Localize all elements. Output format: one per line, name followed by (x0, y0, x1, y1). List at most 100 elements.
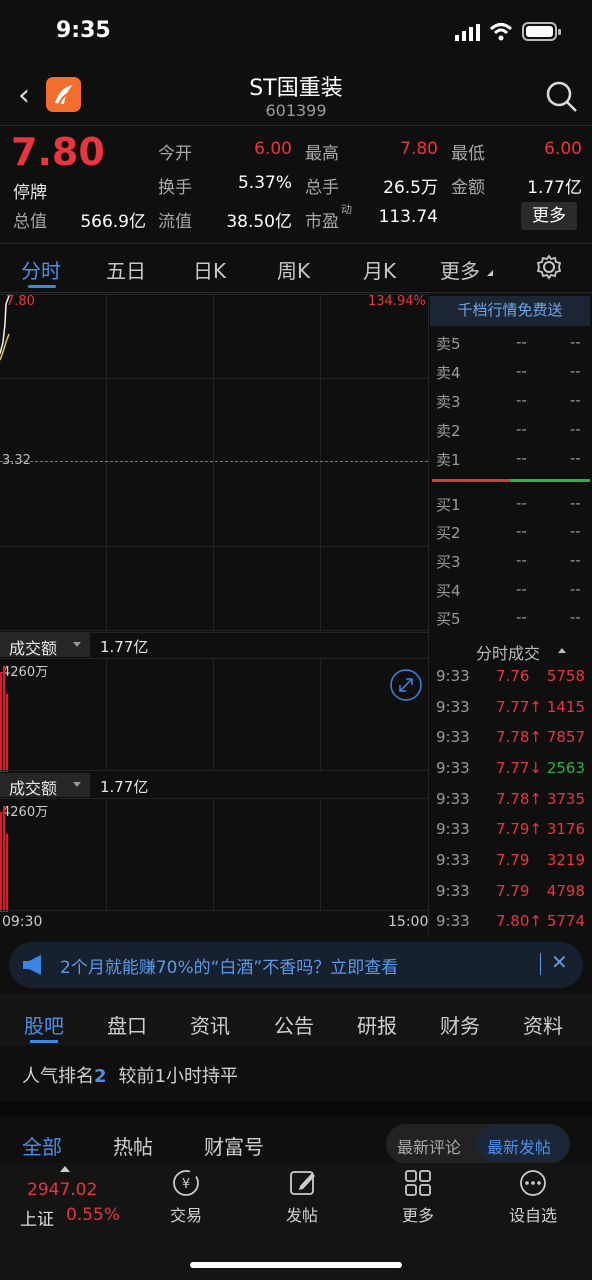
ask-volume: -- (570, 333, 581, 351)
tab-profile[interactable]: 资料 (523, 1010, 563, 1039)
bid-price: -- (516, 580, 527, 598)
market-cap-value: 566.9亿 (80, 212, 146, 232)
tab-guba[interactable]: 股吧 (24, 1010, 64, 1039)
feed-tab-hot[interactable]: 热帖 (113, 1131, 153, 1160)
tab-news[interactable]: 资讯 (190, 1010, 230, 1039)
bid-volume: -- (570, 494, 581, 512)
bid-price: -- (516, 608, 527, 626)
tab-more[interactable]: 更多 (440, 255, 480, 284)
svg-text:¥: ¥ (182, 1177, 190, 1192)
tick-price: 7.78↑ (496, 728, 542, 746)
nav-trade[interactable]: 交易 (146, 1202, 226, 1226)
float-cap-value: 38.50亿 (226, 212, 292, 232)
open-value: 6.00 (254, 139, 292, 159)
buy-sell-ratio-red (432, 479, 510, 482)
tab-five-day[interactable]: 五日 (106, 255, 146, 284)
divider (0, 125, 592, 126)
stock-code: 601399 (265, 101, 327, 120)
ask-label: 卖4 (436, 364, 461, 382)
tick-price: 7.76 (496, 667, 530, 685)
tick-volume: 2563 (546, 759, 585, 777)
tab-finance[interactable]: 财务 (440, 1010, 480, 1039)
volume-label: 总手 (305, 178, 339, 198)
tick-volume: 3735 (546, 790, 585, 808)
volume-label-1: 成交额 (9, 639, 58, 658)
feed-tab-all[interactable]: 全部 (22, 1131, 62, 1160)
ask-price: -- (516, 362, 527, 380)
sort-latest-post[interactable]: 最新发帖 (487, 1134, 551, 1158)
stock-name: ST国重装 (249, 76, 343, 101)
tick-volume: 4798 (546, 882, 585, 900)
index-value[interactable]: 2947.02 (27, 1180, 97, 1200)
wifi-icon (489, 23, 513, 41)
volume-total-1: 1.77亿 (100, 638, 149, 656)
nav-more[interactable]: 更多 (378, 1202, 458, 1226)
expand-icon[interactable] (389, 668, 423, 702)
tab-weekly-k[interactable]: 周K (277, 255, 310, 284)
ask-label: 卖1 (436, 451, 461, 469)
rank-prefix: 人气排名 (22, 1066, 94, 1087)
active-tab-indicator (28, 285, 56, 288)
time-end-label: 15:00 (388, 914, 429, 930)
tick-volume: 5774 (546, 912, 585, 930)
tab-intraday[interactable]: 分时 (21, 255, 61, 284)
prev-close-line (0, 461, 428, 462)
sort-latest-comment[interactable]: 最新评论 (397, 1134, 461, 1158)
amount-label: 金额 (451, 178, 485, 198)
feed-tab-wealth[interactable]: 财富号 (204, 1131, 264, 1160)
post-edit-icon[interactable] (288, 1168, 318, 1198)
tick-time: 9:33 (436, 912, 470, 930)
bid-label: 买2 (436, 524, 461, 542)
tab-research[interactable]: 研报 (357, 1010, 397, 1039)
divider (0, 243, 592, 244)
index-change[interactable]: 0.55% (66, 1205, 120, 1225)
more-quote-button[interactable]: 更多 (521, 202, 577, 230)
trade-yen-icon[interactable]: ¥ (171, 1168, 201, 1198)
trading-status: 停牌 (13, 183, 47, 203)
home-indicator (190, 1262, 402, 1268)
high-label: 最高 (305, 144, 339, 164)
tab-announcements[interactable]: 公告 (274, 1010, 314, 1039)
tick-volume: 7857 (546, 728, 585, 746)
settings-gear-icon[interactable] (536, 254, 562, 280)
bid-price: -- (516, 551, 527, 569)
signal-icon (455, 24, 480, 41)
current-price: 7.80 (11, 130, 105, 174)
tab-daily-k[interactable]: 日K (193, 255, 226, 284)
index-name[interactable]: 上证 (20, 1205, 54, 1230)
ask-label: 卖5 (436, 335, 461, 353)
tick-volume: 5758 (546, 667, 585, 685)
tick-price: 7.80↑ (496, 912, 542, 930)
tick-time: 9:33 (436, 759, 470, 777)
ad-text[interactable]: 2个月就能赚70%的“白酒”不香吗？立即查看 (60, 953, 398, 978)
divider (540, 953, 541, 975)
tab-monthly-k[interactable]: 月K (363, 255, 396, 284)
ask-label: 卖2 (436, 422, 461, 440)
nav-post[interactable]: 发帖 (262, 1202, 342, 1226)
popularity-rank[interactable]: 人气排名2 较前1小时持平 (22, 1062, 238, 1088)
close-ad-icon[interactable]: ✕ (551, 950, 568, 974)
nav-add-watchlist[interactable]: 设自选 (493, 1202, 573, 1226)
tab-pankou[interactable]: 盘口 (107, 1010, 147, 1039)
intraday-chart[interactable]: 7.80 134.94% 3.32 成交额 1.77亿 4260万 成交额 1.… (0, 294, 428, 934)
add-watchlist-icon[interactable] (518, 1168, 548, 1198)
pct-top-label: 134.94% (368, 294, 426, 309)
search-icon[interactable] (545, 80, 579, 114)
low-label: 最低 (451, 144, 485, 164)
amount-value: 1.77亿 (527, 178, 582, 198)
volume-value: 26.5万 (383, 178, 438, 198)
more-grid-icon[interactable] (403, 1168, 433, 1198)
open-label: 今开 (158, 144, 192, 164)
bid-label: 买4 (436, 582, 461, 600)
active-subtab-indicator (30, 1040, 58, 1043)
tick-price: 7.79 (496, 882, 530, 900)
tick-volume: 3176 (546, 820, 585, 838)
high-value: 7.80 (400, 139, 438, 159)
collapse-caret-icon[interactable] (558, 648, 566, 653)
ask-volume: -- (570, 362, 581, 380)
ticks-title[interactable]: 分时成交 (476, 640, 540, 664)
level2-promo-banner[interactable]: 千档行情免费送 (430, 296, 590, 326)
pe-value: 113.74 (378, 207, 438, 227)
rank-number: 2 (94, 1066, 107, 1087)
ask-price: -- (516, 449, 527, 467)
